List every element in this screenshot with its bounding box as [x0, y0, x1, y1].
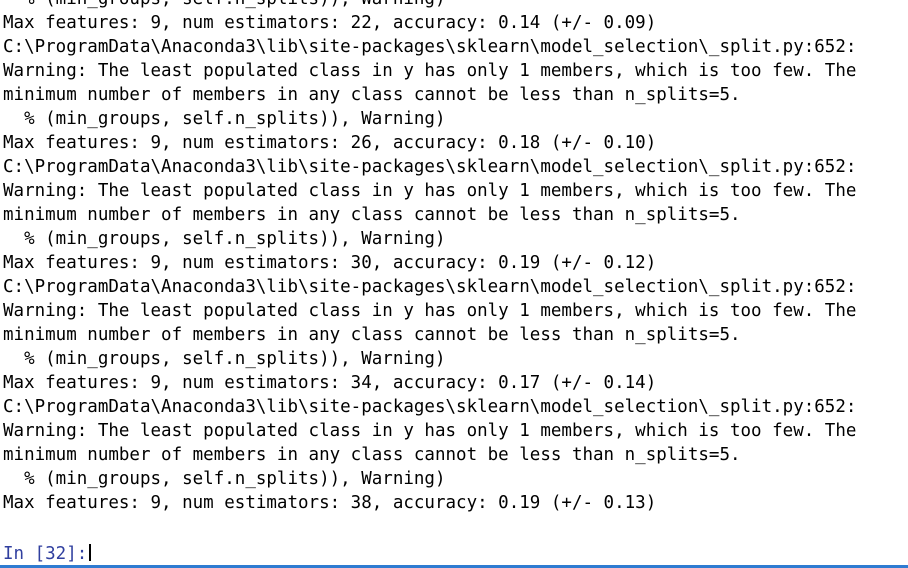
output-line: Max features: 9, num estimators: 22, acc…	[3, 13, 657, 33]
output-line: C:\ProgramData\Anaconda3\lib\site-packag…	[3, 397, 857, 417]
input-prompt-label: In [32]:	[3, 544, 88, 564]
output-line: C:\ProgramData\Anaconda3\lib\site-packag…	[3, 37, 857, 57]
output-line: C:\ProgramData\Anaconda3\lib\site-packag…	[3, 157, 857, 177]
output-line: C:\ProgramData\Anaconda3\lib\site-packag…	[3, 277, 857, 297]
output-line: Max features: 9, num estimators: 30, acc…	[3, 253, 657, 273]
input-cell[interactable]: In [32]:	[3, 542, 92, 566]
output-line: minimum number of members in any class c…	[3, 205, 741, 225]
output-line: Max features: 9, num estimators: 34, acc…	[3, 373, 657, 393]
output-line: Warning: The least populated class in y …	[3, 301, 857, 321]
output-line: minimum number of members in any class c…	[3, 445, 741, 465]
output-line: Max features: 9, num estimators: 38, acc…	[3, 493, 657, 513]
output-line: % (min_groups, self.n_splits)), Warning)	[3, 229, 446, 249]
console-output: % (min_groups, self.n_splits)), Warning)…	[3, 0, 908, 515]
output-line: % (min_groups, self.n_splits)), Warning)	[3, 469, 446, 489]
output-line: Warning: The least populated class in y …	[3, 61, 857, 81]
output-line: Warning: The least populated class in y …	[3, 421, 857, 441]
output-line: Max features: 9, num estimators: 26, acc…	[3, 133, 657, 153]
output-line: % (min_groups, self.n_splits)), Warning)	[3, 349, 446, 369]
output-line: Warning: The least populated class in y …	[3, 181, 857, 201]
text-cursor	[89, 544, 92, 561]
output-line: % (min_groups, self.n_splits)), Warning)	[3, 0, 908, 11]
output-line: minimum number of members in any class c…	[3, 325, 741, 345]
output-line: minimum number of members in any class c…	[3, 85, 741, 105]
output-line: % (min_groups, self.n_splits)), Warning)	[3, 109, 446, 129]
